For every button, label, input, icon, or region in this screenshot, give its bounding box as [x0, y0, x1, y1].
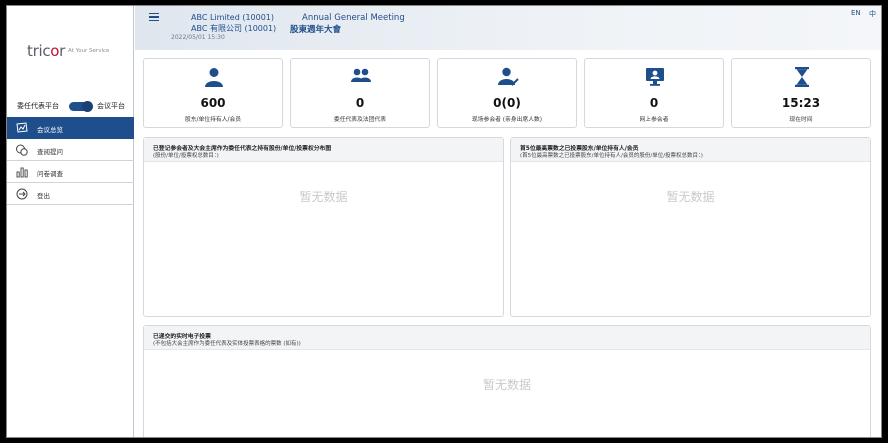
- panel-subtitle: (股份/单位/投票权总数目：): [153, 153, 219, 159]
- platform-toggle-row: 委任代表平台 会议平台: [17, 101, 134, 113]
- group-icon: [351, 68, 371, 82]
- stat-card-onsite: 0(0) 现场参会者 (亲身出席人数): [437, 58, 577, 128]
- monitor-chart-icon: [16, 122, 28, 133]
- tricor-logo: tricor At Your Service: [27, 42, 122, 62]
- meeting-name-en: Annual General Meeting: [302, 13, 405, 23]
- logo-tagline: At Your Service: [68, 48, 110, 54]
- panel-header: 已登记参会者及大会主席作为委任代表之持有股份/单位/投票权分布图 (股份/单位/…: [144, 138, 503, 162]
- chat-bubbles-icon: [16, 144, 28, 156]
- platform-switch[interactable]: [69, 101, 93, 112]
- proxy-platform-label: 委任代表平台: [17, 102, 59, 110]
- person-icon: [205, 68, 223, 87]
- logo-wordmark: tricor: [27, 42, 66, 60]
- meeting-name-zh: 股東週年大會: [290, 25, 342, 35]
- stat-value: 0(0): [493, 96, 521, 110]
- stat-value: 15:23: [781, 96, 821, 110]
- language-en-link[interactable]: EN: [851, 9, 861, 17]
- language-zh-link[interactable]: 中: [869, 9, 876, 19]
- empty-state-text: 暂无数据: [299, 190, 348, 204]
- sidebar-item-questions[interactable]: 查阅提问: [7, 139, 134, 161]
- stat-label: 股东/单位持有人/会员: [184, 117, 242, 123]
- hourglass-icon: [795, 67, 809, 87]
- stat-value: 600: [200, 96, 226, 110]
- logout-icon: [16, 188, 28, 200]
- stat-card-proxies: 0 委任代表及法团代表: [290, 58, 430, 128]
- person-check-icon: [498, 67, 519, 86]
- stat-label: 现在时间: [789, 117, 813, 123]
- meeting-platform-label: 会议平台: [97, 102, 125, 110]
- empty-state-text: 暂无数据: [482, 378, 531, 392]
- panel-subtitle: (首5位最高票数之已投票股东/单位持有人/会员的股份/单位/投票权总数目：): [520, 153, 703, 159]
- panel-realtime-voting: 已递交的实时电子投票 (不包括大会主席作为委任代表及实体投票表格的票数 (如有)…: [143, 325, 871, 437]
- panel-top-holders: 首5位最高票数之已投票股东/单位持有人/会员 (首5位最高票数之已投票股东/单位…: [510, 137, 871, 317]
- top-header: ABC Limited (10001) ABC 有限公司 (10001) Ann…: [135, 6, 881, 50]
- stat-value: 0: [355, 96, 365, 110]
- panel-subtitle: (不包括大会主席作为委任代表及实体投票表格的票数 (如有)): [153, 341, 301, 347]
- sidebar-item-survey[interactable]: 问卷调查: [7, 161, 134, 183]
- online-user-icon: [646, 68, 664, 86]
- sidebar-item-label: 登出: [37, 192, 50, 200]
- meeting-datetime: 2022/05/01 15:30: [171, 34, 225, 41]
- panel-header: 已递交的实时电子投票 (不包括大会主席作为委任代表及实体投票表格的票数 (如有)…: [144, 326, 870, 350]
- stat-label: 委任代表及法团代表: [333, 117, 387, 123]
- app-window: tricor At Your Service 委任代表平台 会议平台 会议总览: [6, 5, 882, 438]
- empty-state-text: 暂无数据: [666, 190, 715, 204]
- stat-card-online: 0 网上参会者: [584, 58, 724, 128]
- stat-card-shareholders: 600 股东/单位持有人/会员: [143, 58, 283, 128]
- sidebar-item-logout[interactable]: 登出: [7, 183, 134, 205]
- panel-proxy-distribution: 已登记参会者及大会主席作为委任代表之持有股份/单位/投票权分布图 (股份/单位/…: [143, 137, 504, 317]
- panel-header: 首5位最高票数之已投票股东/单位持有人/会员 (首5位最高票数之已投票股东/单位…: [511, 138, 870, 162]
- company-name-en: ABC Limited (10001): [191, 13, 275, 22]
- sidebar-item-label: 会议总览: [37, 126, 63, 134]
- switch-knob: [82, 101, 93, 112]
- bar-chart-icon: [16, 167, 28, 178]
- hamburger-menu-icon[interactable]: [149, 13, 159, 22]
- sidebar-nav: 会议总览 查阅提问 问卷调查 登出: [7, 117, 134, 205]
- sidebar-item-label: 查阅提问: [37, 148, 63, 156]
- stat-card-current-time: 15:23 现在时间: [731, 58, 871, 128]
- sidebar-item-label: 问卷调查: [37, 170, 63, 178]
- sidebar-item-overview[interactable]: 会议总览: [7, 117, 134, 139]
- company-name-zh: ABC 有限公司 (10001): [191, 24, 277, 33]
- sidebar: tricor At Your Service 委任代表平台 会议平台 会议总览: [7, 6, 134, 437]
- stat-label: 网上参会者: [639, 117, 669, 123]
- stat-label: 现场参会者 (亲身出席人数): [471, 117, 543, 123]
- stat-value: 0: [649, 96, 659, 110]
